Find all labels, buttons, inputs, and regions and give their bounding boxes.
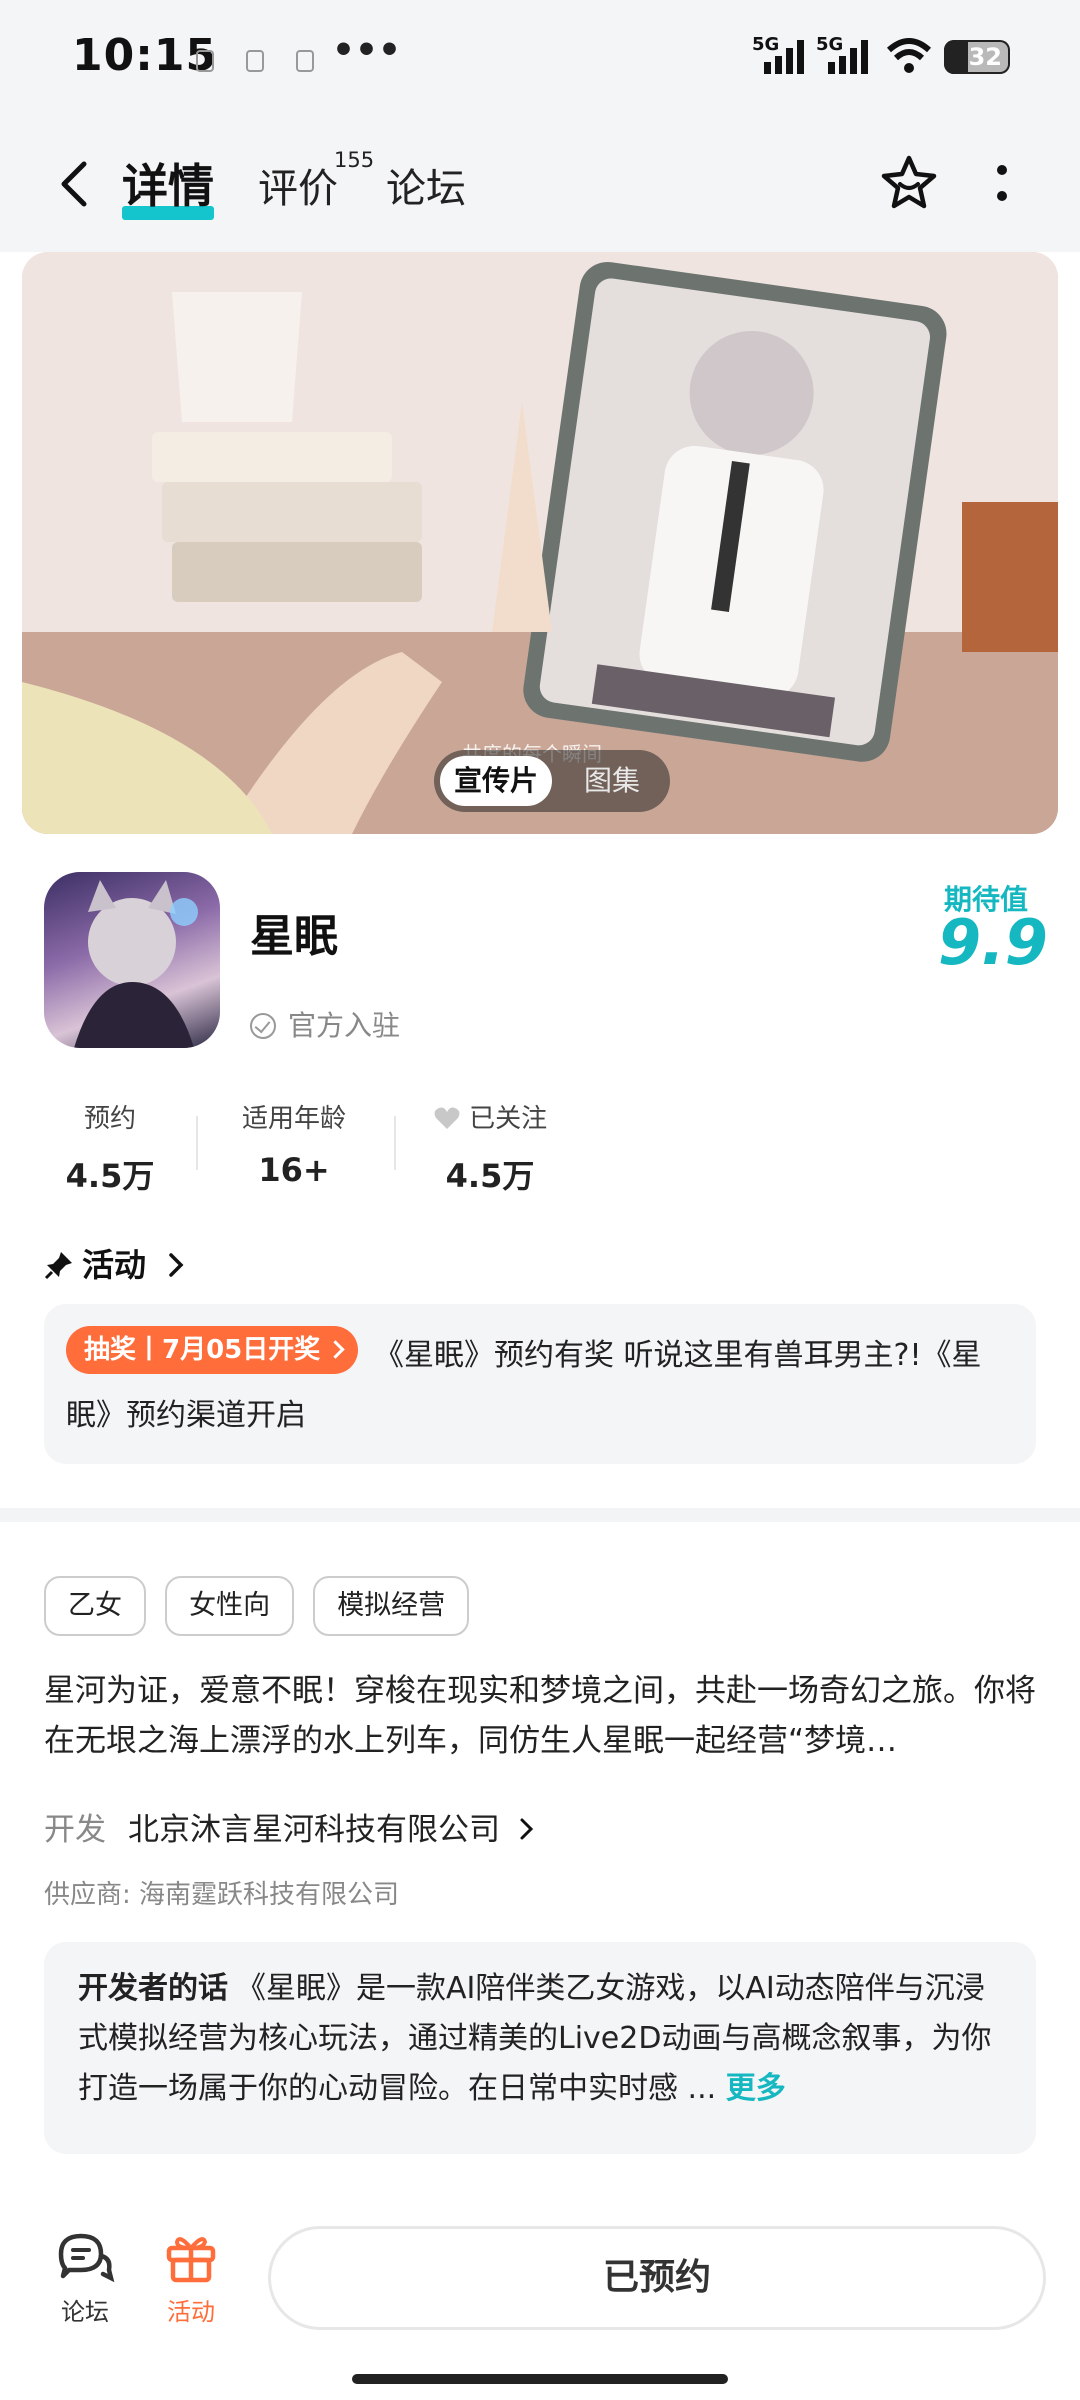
wifi-icon	[886, 38, 932, 73]
tag-item[interactable]: 女性向	[165, 1576, 295, 1636]
star-icon[interactable]	[878, 152, 940, 214]
gift-icon	[166, 2237, 216, 2283]
tab-reviews[interactable]: 评价	[258, 156, 338, 214]
tag-list: 乙女 女性向 模拟经营	[44, 1576, 483, 1636]
heart-icon	[434, 1107, 460, 1129]
top-nav: 详情 评价 155 论坛	[0, 118, 1080, 252]
official-badge: 官方入驻	[250, 1004, 400, 1044]
promo-video-banner[interactable]: 共度的每个瞬间 宣传片 图集	[22, 252, 1058, 834]
chevron-right-icon	[520, 1818, 533, 1840]
notification-icon	[246, 50, 264, 72]
forum-button[interactable]: 论坛	[40, 2230, 130, 2327]
tab-forum[interactable]: 论坛	[386, 156, 466, 214]
activity-section-header[interactable]: 活动	[44, 1240, 189, 1286]
status-bar: 10:15 ••• 5G 5G 32	[0, 0, 1080, 118]
supplier-info: 供应商: 海南霆跃科技有限公司	[44, 1880, 400, 1910]
back-icon[interactable]	[50, 158, 102, 210]
activity-card[interactable]: 《星眠》预约有奖 听说这里有兽耳男主?!《星眠》预约渠道开启 抽奖丨7月05日开…	[44, 1304, 1036, 1464]
notification-icon	[296, 50, 314, 72]
more-link[interactable]: 更多	[726, 2071, 786, 2106]
expectation-score: 9.9	[938, 906, 1048, 979]
developer-note-card[interactable]: 开发者的话 《星眠》是一款AI陪伴类乙女游戏，以AI动态陪伴与沉浸式模拟经营为核心…	[44, 1942, 1036, 2154]
lottery-badge: 抽奖丨7月05日开奖	[66, 1326, 359, 1374]
reserved-button[interactable]: 已预约	[268, 2226, 1046, 2330]
signal-icon	[828, 40, 868, 74]
stat-reservations: 预约 4.5万	[65, 1104, 155, 1195]
forum-icon	[58, 2233, 115, 2283]
toggle-gallery[interactable]: 图集	[564, 756, 660, 806]
toggle-trailer[interactable]: 宣传片	[440, 756, 552, 806]
home-indicator[interactable]	[352, 2374, 728, 2384]
divider	[394, 1116, 396, 1170]
stat-followers[interactable]: 已关注 4.5万	[428, 1098, 552, 1197]
more-notifications-icon: •••	[332, 30, 402, 71]
tag-item[interactable]: 乙女	[44, 1576, 146, 1636]
tab-details[interactable]: 详情	[122, 150, 214, 216]
activity-button[interactable]: 活动	[146, 2230, 236, 2327]
notification-icon	[196, 50, 214, 72]
developer-note-title: 开发者的话	[78, 1971, 228, 2006]
divider	[196, 1116, 198, 1170]
pin-icon	[44, 1252, 72, 1280]
developer-row[interactable]: 开发 北京沐言星河科技有限公司	[44, 1804, 540, 1849]
game-title: 星眠	[250, 911, 338, 962]
media-toggle: 宣传片 图集	[434, 750, 670, 812]
verified-icon	[250, 1013, 276, 1039]
bottom-action-bar: 论坛 活动 已预约	[0, 2200, 1080, 2400]
more-vertical-icon[interactable]	[990, 160, 1014, 208]
section-separator	[0, 1508, 1080, 1522]
tag-item[interactable]: 模拟经营	[313, 1576, 470, 1636]
game-description[interactable]: 星河为证，爱意不眠！穿梭在现实和梦境之间，共赴一场奇幻之旅。你将在无垠之海上漂浮…	[44, 1666, 1036, 1766]
review-count-badge: 155	[334, 148, 375, 172]
battery-icon: 32	[944, 40, 1010, 74]
stat-age-rating: 适用年龄 16+	[241, 1104, 346, 1189]
game-icon	[44, 872, 220, 1048]
signal-icon	[764, 40, 804, 74]
chevron-right-icon	[169, 1253, 184, 1277]
